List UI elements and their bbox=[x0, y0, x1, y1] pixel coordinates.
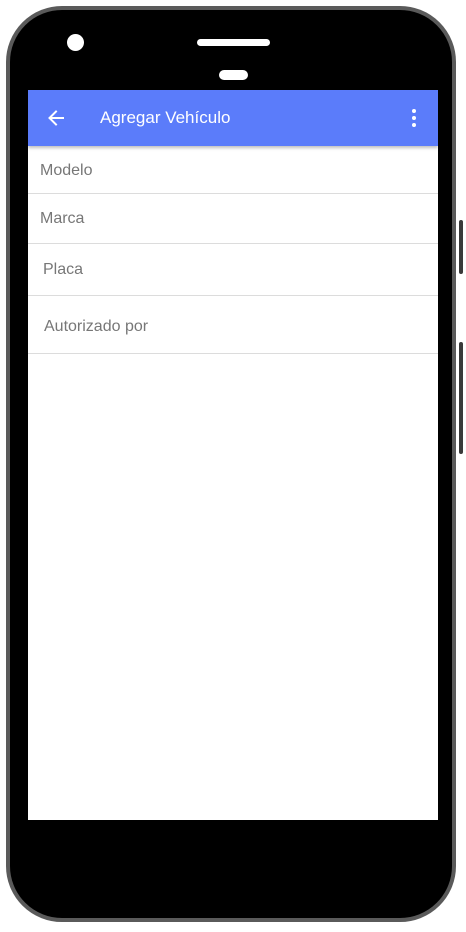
placa-input[interactable] bbox=[43, 261, 423, 279]
overflow-menu-button[interactable] bbox=[400, 102, 428, 134]
power-button bbox=[459, 342, 463, 454]
earpiece-speaker bbox=[197, 39, 270, 46]
more-vert-icon bbox=[412, 109, 416, 127]
back-button[interactable] bbox=[40, 102, 72, 134]
marca-input[interactable] bbox=[40, 210, 420, 228]
proximity-sensor bbox=[219, 70, 248, 80]
modelo-input[interactable] bbox=[40, 162, 420, 180]
modelo-field bbox=[28, 146, 438, 194]
autorizado-por-field bbox=[28, 296, 438, 354]
app-screen: Agregar Vehículo bbox=[28, 90, 438, 820]
arrow-left-icon bbox=[48, 110, 64, 126]
autorizado-por-input[interactable] bbox=[44, 318, 424, 336]
page-title: Agregar Vehículo bbox=[100, 108, 231, 127]
placa-field bbox=[28, 244, 438, 296]
app-bar: Agregar Vehículo bbox=[28, 90, 438, 146]
marca-field bbox=[28, 194, 438, 244]
volume-button bbox=[459, 220, 463, 274]
front-camera bbox=[67, 34, 84, 51]
